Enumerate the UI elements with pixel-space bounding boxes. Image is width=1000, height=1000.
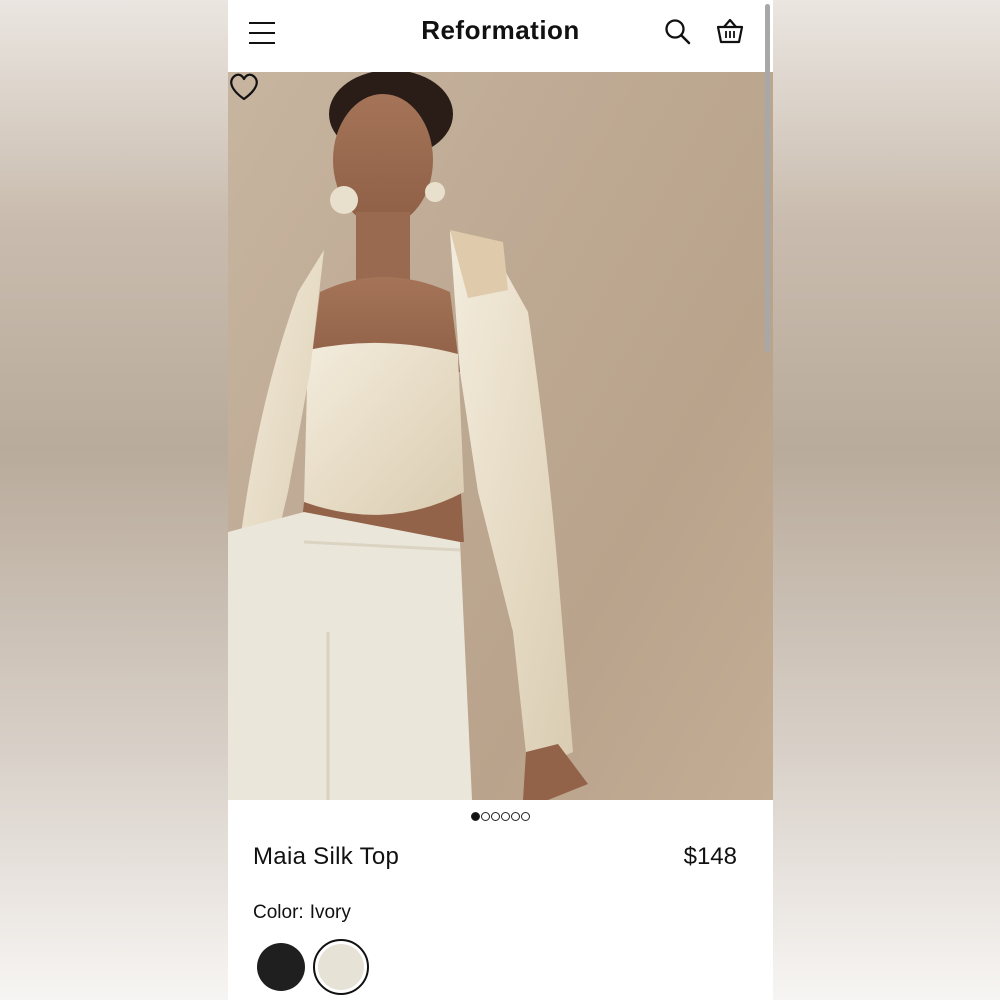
cart-icon[interactable] [714,16,746,46]
product-image[interactable] [228,72,773,800]
carousel-dot[interactable] [491,812,500,822]
color-label-text: Color: [253,902,304,923]
search-icon[interactable] [664,18,692,46]
heart-icon[interactable] [228,72,260,102]
top-nav-bar: Reformation [228,0,773,72]
color-swatch-ivory[interactable] [318,944,364,990]
carousel-dot[interactable] [471,812,480,822]
selected-color-name: Ivory [309,902,351,923]
product-price: $148 [683,843,737,870]
phone-screen: Reformation Maia Silk Top $148 Color: Iv… [228,0,773,1000]
product-title: Maia Silk Top [253,843,400,870]
model-photo [228,72,588,800]
carousel-dots [228,808,773,822]
carousel-dot[interactable] [511,812,520,822]
carousel-dot[interactable] [481,812,490,822]
carousel-dot[interactable] [501,812,510,822]
color-swatch-black[interactable] [257,943,305,991]
scrollbar[interactable] [765,4,770,352]
carousel-dot[interactable] [521,812,530,822]
color-label: Color: Ivory [253,902,351,924]
